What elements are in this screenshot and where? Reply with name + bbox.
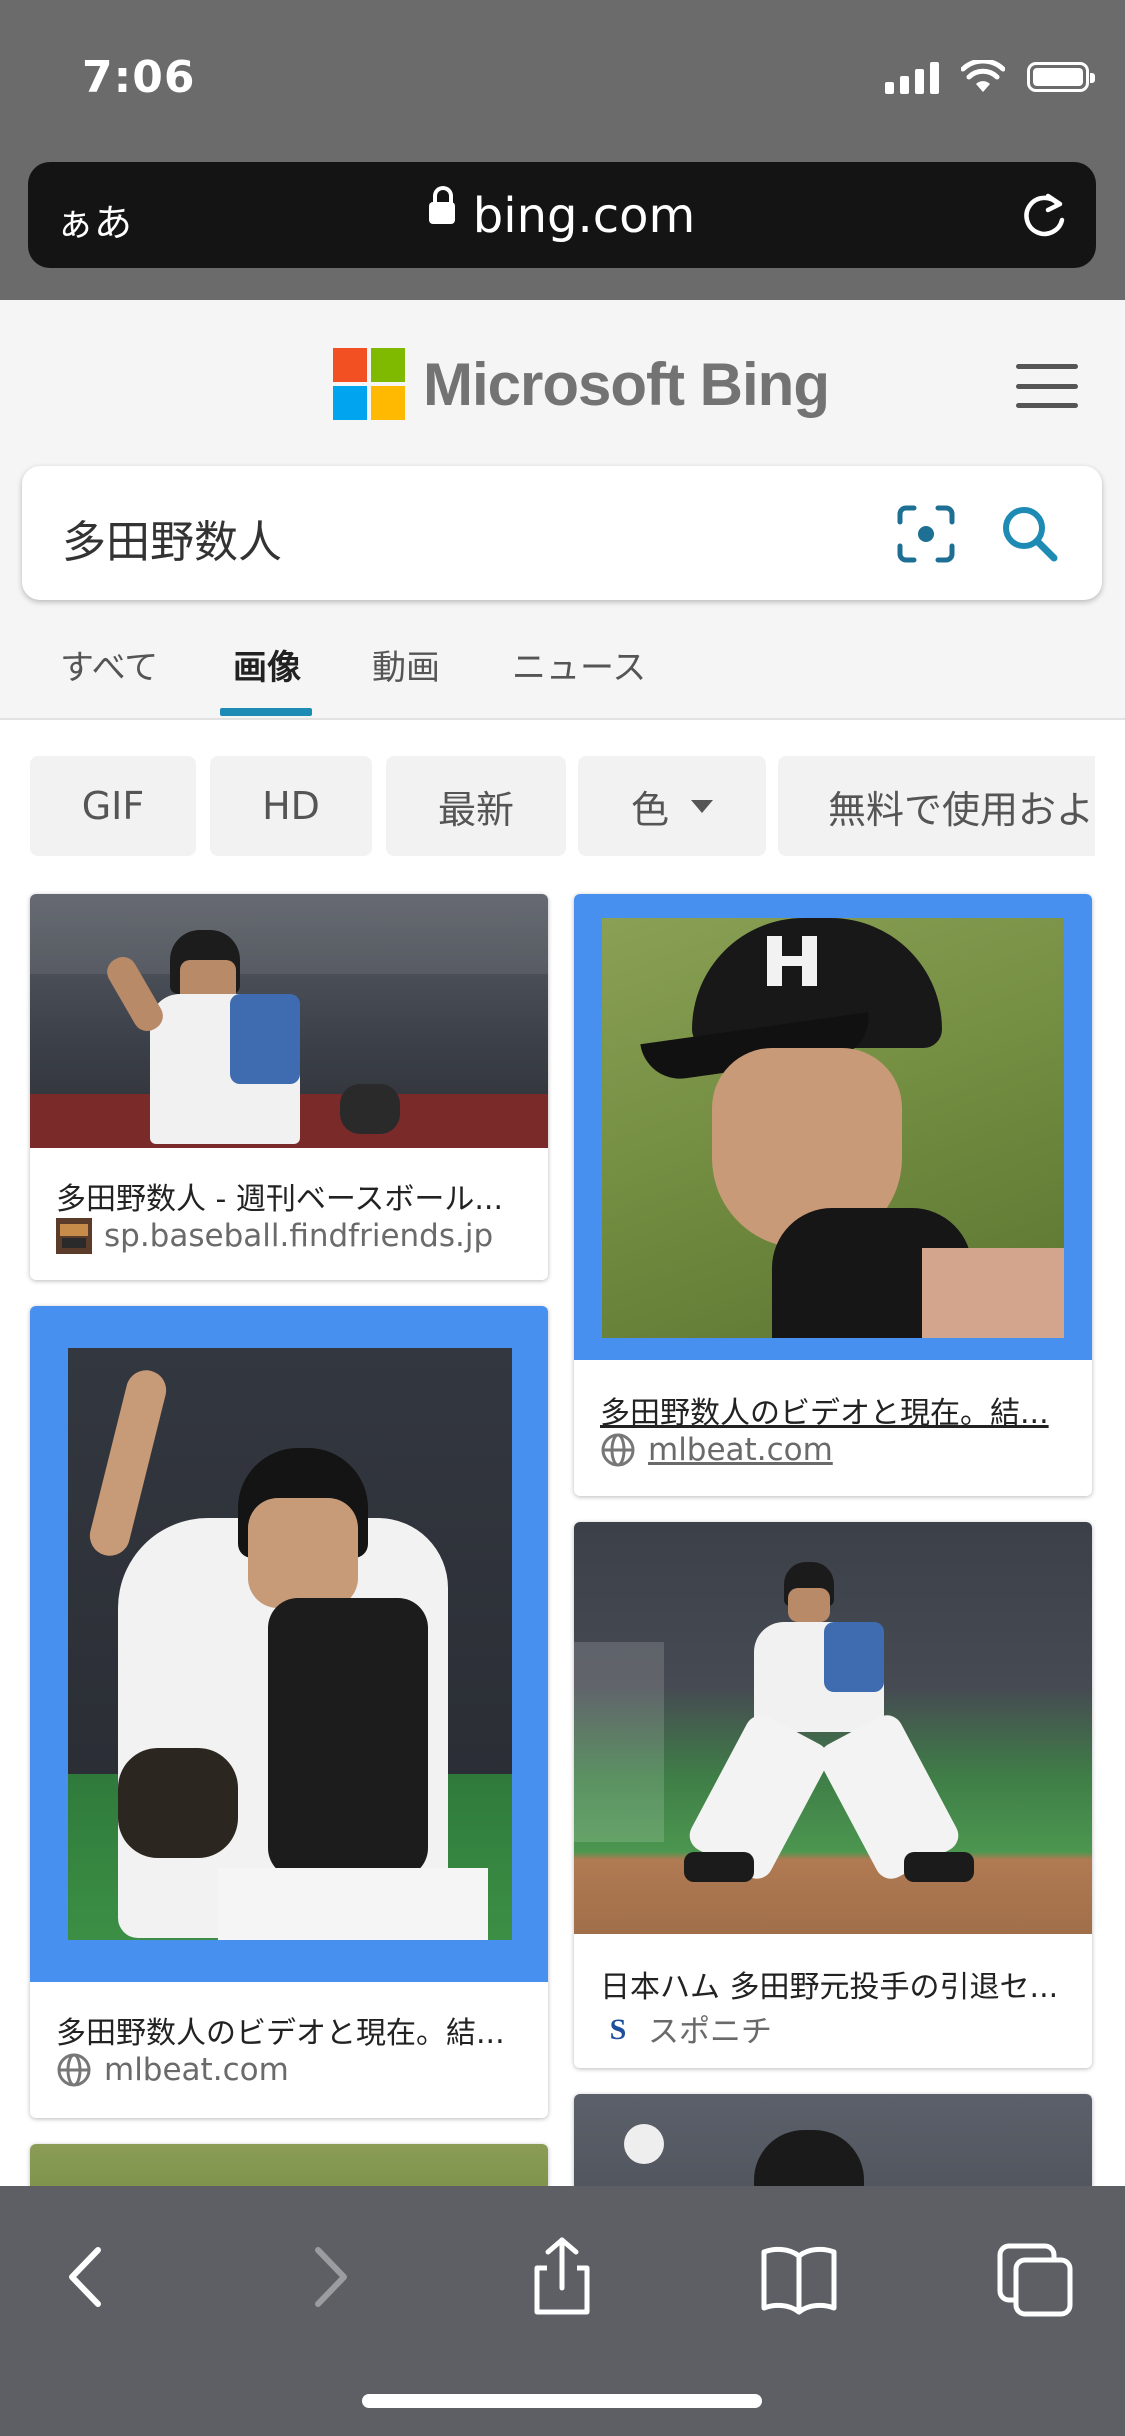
reload-icon[interactable] — [1018, 190, 1070, 242]
filter-bar: GIF HD 最新 色 無料で使用およ — [30, 756, 1095, 858]
forward-icon[interactable] — [284, 2232, 374, 2322]
filter-hd[interactable]: HD — [210, 756, 372, 856]
bookmarks-icon[interactable] — [754, 2232, 844, 2322]
address-bar[interactable]: ぁあ bing.com — [28, 162, 1096, 268]
url-display[interactable]: bing.com — [28, 186, 1096, 244]
share-icon[interactable] — [517, 2232, 607, 2322]
image-result-card[interactable]: 多田野数人のビデオと現在。結... mlbeat.com — [30, 1306, 548, 2118]
hamburger-menu-icon[interactable] — [1016, 364, 1078, 408]
status-time: 7:06 — [82, 52, 196, 103]
filter-color[interactable]: 色 — [578, 756, 766, 856]
search-icon[interactable] — [994, 498, 1066, 570]
result-source[interactable]: mlbeat.com — [600, 1432, 1072, 1468]
url-text: bing.com — [472, 188, 696, 244]
sponichi-logo-icon: S — [610, 2013, 627, 2046]
tab-all[interactable]: すべて — [60, 640, 158, 689]
battery-icon — [1027, 62, 1095, 92]
tab-images[interactable]: 画像 — [233, 640, 301, 689]
result-image[interactable] — [574, 1522, 1092, 1934]
search-box[interactable]: 多田野数人 — [22, 466, 1102, 600]
result-image[interactable] — [30, 894, 548, 1148]
result-caption[interactable]: 日本ハム 多田野元投手の引退セ... — [600, 1962, 1066, 2006]
result-source[interactable]: mlbeat.com — [56, 2052, 528, 2088]
search-tabs: すべて 画像 動画 ニュース — [0, 640, 1125, 718]
logo-text: Microsoft Bing — [423, 350, 830, 418]
result-image[interactable] — [574, 894, 1092, 1360]
filter-license[interactable]: 無料で使用およ — [778, 756, 1095, 856]
chevron-down-icon — [691, 799, 713, 813]
image-result-card[interactable]: 日本ハム 多田野元投手の引退セ... S スポニチ — [574, 1522, 1092, 2068]
image-result-card[interactable]: 多田野数人 - 週刊ベースボール... sp.baseball.findfrie… — [30, 894, 548, 1280]
globe-icon — [57, 2053, 91, 2087]
result-source[interactable]: S スポニチ — [600, 2006, 1072, 2051]
filter-latest[interactable]: 最新 — [386, 756, 566, 856]
result-caption[interactable]: 多田野数人のビデオと現在。結... — [600, 1388, 1066, 1432]
tab-videos[interactable]: 動画 — [372, 640, 440, 689]
divider — [0, 718, 1125, 720]
image-result-card[interactable]: 多田野数人のビデオと現在。結... mlbeat.com — [574, 894, 1092, 1496]
home-indicator[interactable] — [362, 2394, 762, 2408]
svg-text:S: S — [610, 2013, 627, 2046]
bing-logo[interactable]: Microsoft Bing — [333, 348, 830, 420]
search-input[interactable]: 多田野数人 — [62, 506, 282, 570]
globe-icon — [601, 1433, 635, 1467]
tab-news[interactable]: ニュース — [512, 640, 646, 689]
site-thumbnail-icon — [56, 1218, 92, 1254]
result-caption[interactable]: 多田野数人 - 週刊ベースボール... — [56, 1174, 522, 1218]
microsoft-logo-icon — [333, 348, 405, 420]
status-icons — [885, 60, 1095, 94]
visual-search-icon[interactable] — [896, 504, 956, 564]
filter-gif[interactable]: GIF — [30, 756, 196, 856]
cellular-signal-icon — [885, 60, 939, 94]
lock-icon — [428, 186, 455, 224]
browser-top-chrome: 7:06 ぁあ bing.com — [0, 0, 1125, 300]
back-icon[interactable] — [42, 2232, 132, 2322]
wifi-icon — [961, 60, 1005, 92]
result-image[interactable] — [30, 1306, 548, 1982]
tabs-icon[interactable] — [990, 2232, 1080, 2322]
result-source[interactable]: sp.baseball.findfriends.jp — [56, 1218, 528, 1254]
active-tab-indicator — [220, 708, 312, 716]
result-caption[interactable]: 多田野数人のビデオと現在。結... — [56, 2008, 522, 2052]
